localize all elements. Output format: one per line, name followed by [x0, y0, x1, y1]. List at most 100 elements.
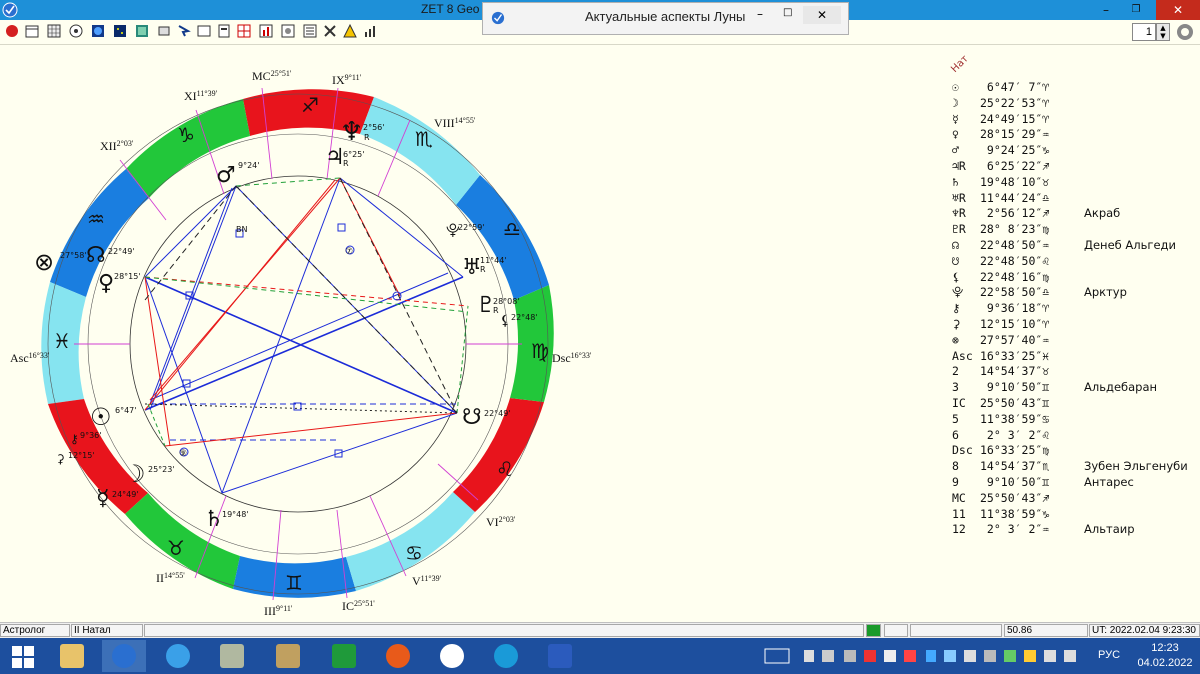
status-empty: [144, 624, 864, 637]
status-chart: II Натал: [71, 624, 143, 637]
language-indicator[interactable]: РУС: [1098, 649, 1120, 661]
yandex-app[interactable]: [430, 640, 474, 672]
popup-app-icon: [491, 11, 505, 25]
aspect-table-icon[interactable]: [236, 23, 252, 39]
house-labels: MC25°51' IX9°11' XI11°39' VIII14°55' XII…: [10, 69, 592, 618]
map-icon[interactable]: [134, 23, 150, 39]
svg-text:R: R: [480, 265, 486, 274]
media-icon: [386, 644, 410, 668]
popup-minimize-button[interactable]: –: [757, 7, 763, 21]
warning-icon[interactable]: [342, 23, 358, 39]
bar-icon[interactable]: [258, 23, 274, 39]
stars-icon[interactable]: [112, 23, 128, 39]
svg-text:22°59': 22°59': [458, 223, 485, 232]
virgo-glyph: ♍: [531, 339, 549, 363]
window-title: ZET 8 Geo: [421, 2, 480, 16]
clock-date: 04.02.2022: [1137, 657, 1193, 669]
natal-chart-wheel[interactable]: ♐ ♏ ♎ ♍ ♌ ♋ ♊ ♉ ♓ ♒ ♑ MC25°51' IX9°11' X…: [0, 46, 620, 622]
popup-close-button[interactable]: ✕: [803, 6, 841, 24]
position-row: ⊗ 27°57′40″♒: [952, 332, 1050, 347]
pointer-icon[interactable]: [176, 23, 192, 39]
settings-icon[interactable]: [1174, 22, 1196, 42]
svg-text:12°15': 12°15': [68, 451, 95, 460]
stats-icon[interactable]: [362, 23, 378, 39]
popup-maximize-button[interactable]: □: [783, 7, 792, 18]
popup-title: Актуальные аспекты Луны: [585, 9, 746, 24]
svg-text:⚷: ⚷: [70, 432, 79, 446]
svg-text:11°44': 11°44': [480, 256, 507, 265]
globe-icon[interactable]: [90, 23, 106, 39]
app-icon[interactable]: [2, 2, 18, 18]
media-app[interactable]: [376, 640, 420, 672]
position-row: ♅R 11°44′24″♎: [952, 190, 1050, 205]
app-4[interactable]: [210, 640, 254, 672]
status-blank-2: [910, 624, 1002, 637]
word-app[interactable]: [538, 640, 582, 672]
utility-icon: [220, 644, 244, 668]
position-row: MC 25°50′43″♐: [952, 490, 1050, 505]
capricorn-glyph: ♑: [177, 123, 195, 147]
position-row: Asc 16°33′25″♓: [952, 348, 1050, 363]
page-number-field[interactable]: 1: [1132, 23, 1156, 41]
svg-text:♄: ♄: [204, 507, 224, 532]
status-ut: UT: 2022.02.04 9:23:30: [1089, 624, 1200, 637]
window-icon[interactable]: [196, 23, 212, 39]
file-explorer-app[interactable]: [50, 640, 94, 672]
close-button[interactable]: ✕: [1156, 0, 1200, 20]
svg-text:♀: ♀: [98, 271, 114, 296]
svg-text:19°48': 19°48': [222, 510, 249, 519]
tray-icons[interactable]: [804, 648, 1104, 664]
edge-icon: [494, 644, 518, 668]
house-ix-label: IX9°11': [332, 73, 362, 87]
start-windows-icon[interactable]: [12, 646, 34, 668]
internet-explorer-icon: [166, 644, 190, 668]
svg-text:⚸: ⚸: [500, 313, 510, 329]
options-icon[interactable]: [280, 23, 296, 39]
folder-icon: [60, 644, 84, 668]
svg-text:R: R: [493, 306, 499, 315]
scorpio-glyph: ♏: [415, 127, 433, 151]
ie-app[interactable]: [156, 640, 200, 672]
house-mc-label: MC25°51': [252, 69, 292, 83]
minimize-button[interactable]: –: [1092, 0, 1120, 20]
taskbar: РУС 12:23 04.02.2022: [0, 638, 1200, 674]
page-spinner[interactable]: ▲ ▼: [1156, 23, 1170, 41]
grid-icon[interactable]: [46, 23, 62, 39]
svg-text:22°48': 22°48': [511, 313, 538, 322]
svg-text:♅: ♅: [462, 255, 482, 280]
red-dot-icon[interactable]: [4, 23, 20, 39]
edge-app[interactable]: [484, 640, 528, 672]
sagittarius-glyph: ♐: [301, 93, 319, 117]
status-indicator: [866, 624, 881, 637]
print-icon[interactable]: [156, 23, 172, 39]
position-row: ⚸ 22°48′16″♍: [952, 269, 1050, 284]
tools-icon[interactable]: [322, 23, 338, 39]
svg-text:24°49': 24°49': [112, 490, 139, 499]
svg-text:2°56': 2°56': [363, 123, 384, 132]
app-5[interactable]: [266, 640, 310, 672]
doc-icon[interactable]: [216, 23, 232, 39]
svg-text:28°15': 28°15': [114, 272, 141, 281]
clock[interactable]: 12:23 04.02.2022: [1132, 641, 1198, 671]
zet-app[interactable]: [102, 640, 146, 672]
moon-aspects-popup[interactable]: Актуальные аспекты Луны – □ ✕: [482, 2, 849, 35]
svg-text:☊: ☊: [86, 243, 106, 268]
chart-wheel-icon[interactable]: [68, 23, 84, 39]
svg-text:6°47': 6°47': [115, 406, 136, 415]
store-app[interactable]: [322, 640, 366, 672]
calendar-icon[interactable]: [24, 23, 40, 39]
svg-text:☽: ☽: [124, 460, 146, 488]
position-row: ⯓ 22°58′50″♎ Арктур: [952, 285, 1127, 300]
position-row: 2 14°54′37″♉: [952, 364, 1050, 379]
status-value: 50.86: [1004, 624, 1088, 637]
moon-marker: ☽ 25°23': [124, 460, 175, 488]
keyboard-icon[interactable]: [764, 648, 790, 664]
saturn-marker: ♄19°48': [204, 507, 249, 532]
aquarius-glyph: ♒: [87, 207, 105, 231]
list-icon[interactable]: [302, 23, 318, 39]
position-row: ♄ 19°48′10″♉: [952, 174, 1050, 189]
maximize-button[interactable]: ❐: [1122, 0, 1150, 20]
position-row: 11 11°38′59″♑: [952, 506, 1050, 521]
svg-text:25°23': 25°23': [148, 465, 175, 474]
zet-icon: [112, 644, 136, 668]
